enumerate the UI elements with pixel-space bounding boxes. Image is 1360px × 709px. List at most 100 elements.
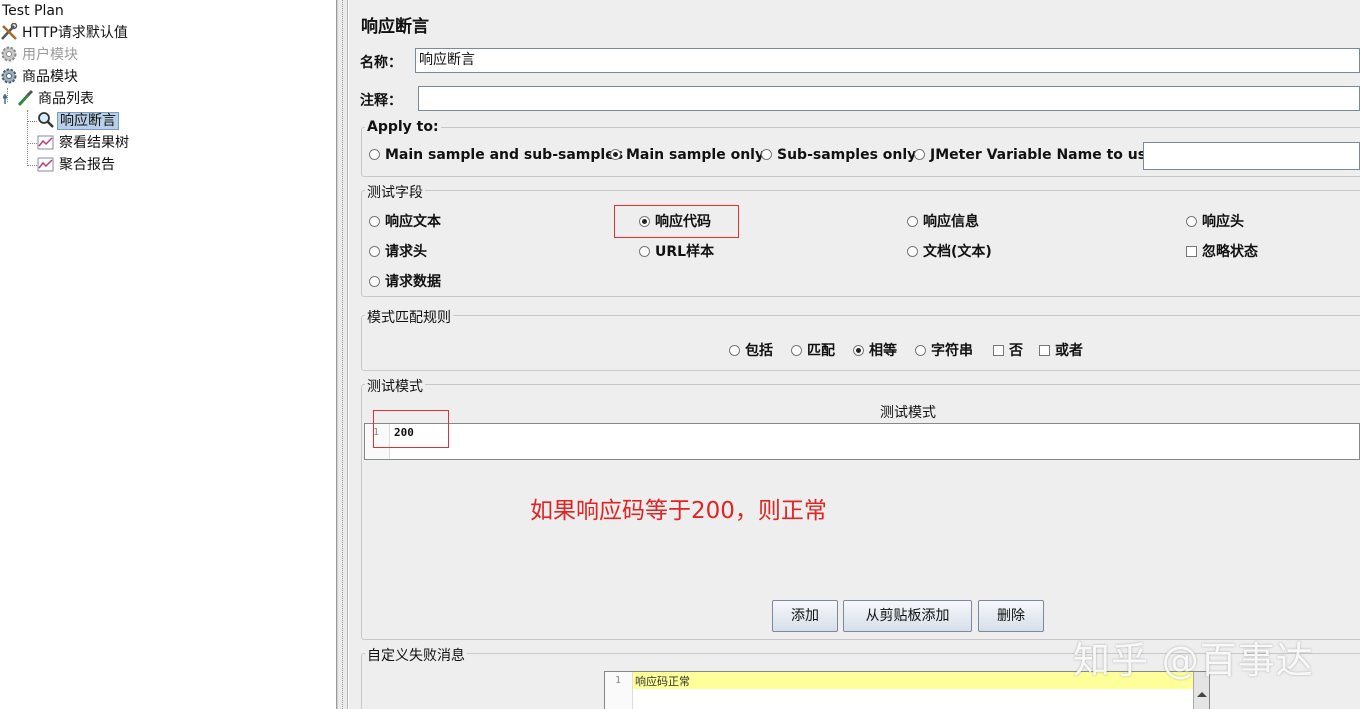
watermark: 知乎 @百事达 [1073,639,1314,682]
test-plan-tree[interactable]: Test Plan HTTP请求默认值 用户模块 商品模块 商品列表 响应断言 … [0,0,337,709]
delete-button[interactable]: 删除 [978,600,1044,632]
radio-request-data[interactable]: 请求数据 [369,271,441,291]
tree-connector [27,165,37,166]
tree-node-label: 聚合报告 [59,157,115,173]
radio-url-sample[interactable]: URL样本 [639,241,714,261]
radio-dot [915,345,926,356]
tree-node-goods-module[interactable]: 商品模块 [0,66,80,88]
radio-label: Main sample and sub-samples [385,147,624,163]
radio-contains[interactable]: 包括 [729,340,773,360]
pipette-icon [17,89,34,107]
radio-matches[interactable]: 匹配 [791,340,835,360]
radio-dot-selected [610,149,621,160]
chart-listener-icon [37,135,54,150]
checkbox-box [1039,345,1050,356]
panel-title: 响应断言 [361,17,429,37]
radio-request-headers[interactable]: 请求头 [369,241,427,261]
magnifier-icon [38,112,54,128]
panel-splitter[interactable] [337,0,348,709]
tree-node-label: 商品列表 [38,91,94,107]
radio-dot [907,246,918,257]
add-from-clipboard-button[interactable]: 从剪贴板添加 [843,600,972,632]
gear-icon [1,46,17,62]
tree-node-goods-list[interactable]: 商品列表 [0,88,96,110]
checkbox-label: 或者 [1055,343,1083,359]
radio-label: 包括 [745,343,773,359]
chart-listener-icon [37,157,54,172]
annotation-text: 如果响应码等于200，则正常 [530,498,827,524]
tree-connector [27,121,37,122]
radio-label: URL样本 [655,244,715,260]
checkbox-ignore-status[interactable]: 忽略状态 [1186,241,1258,261]
radio-jmeter-variable[interactable]: JMeter Variable Name to use [914,147,1156,163]
radio-dot [369,276,380,287]
radio-dot [914,149,925,160]
tree-node-label: HTTP请求默认值 [22,25,128,41]
radio-dot [907,216,918,227]
jmeter-variable-field[interactable] [1143,142,1360,170]
highlight-box-pattern [373,410,449,448]
radio-sub-samples-only[interactable]: Sub-samples only [761,147,916,163]
radio-main-sample-only[interactable]: Main sample only [610,147,764,163]
radio-label: 响应信息 [923,214,979,230]
test-field-legend: 测试字段 [365,182,425,202]
tree-node-http-defaults[interactable]: HTTP请求默认值 [0,22,130,44]
failure-message-value[interactable]: 响应码正常 [635,673,690,689]
scroll-up-arrow-icon[interactable] [1197,692,1207,697]
tree-node-label: 用户模块 [22,47,78,63]
tree-node-label: 商品模块 [22,69,78,85]
radio-substring[interactable]: 字符串 [915,340,973,360]
radio-dot [639,246,650,257]
radio-label: JMeter Variable Name to use [930,147,1156,163]
radio-label: Main sample only [626,147,765,163]
pattern-rules-legend: 模式匹配规则 [365,307,453,327]
checkbox-label: 否 [1009,343,1023,359]
radio-dot [1186,216,1197,227]
radio-label: Sub-samples only [777,147,917,163]
apply-to-legend: Apply to: [365,119,441,135]
radio-dot [761,149,772,160]
name-label: 名称： [360,55,402,71]
checkbox-not[interactable]: 否 [993,340,1023,360]
tree-node-response-assertion[interactable]: 响应断言 [37,110,119,132]
tree-node-label: 察看结果树 [59,135,129,151]
highlight-box-response-code [614,205,739,238]
test-patterns-table[interactable]: 1 200 [364,423,1360,460]
expand-handle-icon [3,94,7,104]
failure-message-legend: 自定义失败消息 [365,645,467,665]
radio-equals[interactable]: 相等 [853,340,897,360]
radio-dot [369,216,380,227]
radio-dot [729,345,740,356]
tree-node-aggregate-report[interactable]: 聚合报告 [37,154,117,176]
tree-expand-handle[interactable] [0,88,16,110]
tools-icon [1,23,18,40]
radio-document-text[interactable]: 文档(文本) [907,241,992,261]
checkbox-or[interactable]: 或者 [1039,340,1083,360]
radio-label: 字符串 [931,343,973,359]
tree-connector [27,110,28,166]
radio-main-and-sub-samples[interactable]: Main sample and sub-samples [369,147,623,163]
radio-label: 文档(文本) [923,244,992,260]
tree-node-user-module[interactable]: 用户模块 [0,44,80,66]
name-field[interactable]: 响应断言 [415,48,1360,73]
add-button[interactable]: 添加 [772,600,838,632]
test-patterns-legend: 测试模式 [365,376,425,396]
radio-label: 请求数据 [385,274,441,290]
tree-node-view-results-tree[interactable]: 察看结果树 [37,132,131,154]
radio-response-text[interactable]: 响应文本 [369,211,441,231]
radio-dot [791,345,802,356]
tree-connector [27,143,37,144]
gear-icon [1,68,17,84]
radio-label: 相等 [869,343,897,359]
checkbox-box [1186,246,1197,257]
radio-response-message[interactable]: 响应信息 [907,211,979,231]
radio-label: 响应头 [1202,214,1244,230]
radio-label: 响应文本 [385,214,441,230]
radio-response-headers[interactable]: 响应头 [1186,211,1244,231]
comment-field[interactable] [418,86,1360,111]
radio-dot-selected [853,345,864,356]
test-patterns-column-header: 测试模式 [880,405,936,421]
tree-node-test-plan[interactable]: Test Plan [0,0,66,22]
response-assertion-panel: 响应断言 名称： 响应断言 注释： Apply to: Main sample … [349,0,1360,709]
checkbox-box [993,345,1004,356]
